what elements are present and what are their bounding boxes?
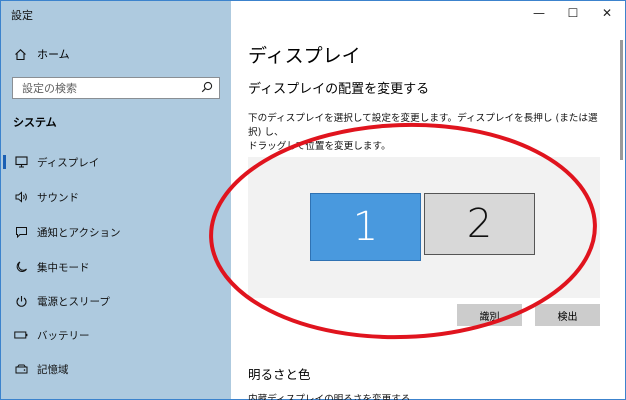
search-input[interactable] [22, 81, 192, 95]
arrange-description: 下のディスプレイを選択して設定を変更します。ディスプレイを長押し (または選択)… [248, 112, 604, 154]
app-title: 設定 [11, 9, 33, 22]
maximize-button[interactable]: ☐ [556, 2, 590, 24]
description-line: 下のディスプレイを選択して設定を変更します。ディスプレイを長押し (または選択)… [248, 113, 598, 138]
description-line: ドラッグして位置を変更します。 [248, 141, 391, 152]
section-heading-arrange: ディスプレイの配置を変更する [248, 82, 430, 97]
sidebar-item-focus-mode[interactable]: 集中モード [1, 253, 231, 281]
sidebar-item-notifications[interactable]: 通知とアクション [1, 218, 231, 246]
sidebar-item-battery[interactable]: バッテリー [1, 321, 231, 349]
window-controls: — ☐ ✕ [522, 2, 624, 24]
sidebar-item-sound[interactable]: サウンド [1, 183, 231, 211]
moon-icon [14, 260, 28, 274]
home-icon [13, 47, 27, 61]
identify-button[interactable]: 識別 [457, 304, 522, 326]
search-field[interactable] [12, 77, 220, 99]
monitor-2-tile[interactable]: 2 [424, 193, 535, 255]
sidebar-item-power-sleep[interactable]: 電源とスリープ [1, 287, 231, 315]
sidebar-item-storage[interactable]: 記憶域 [1, 355, 231, 383]
sidebar-item-home[interactable]: ホーム [13, 45, 70, 63]
battery-icon [14, 328, 28, 342]
close-button[interactable]: ✕ [590, 2, 624, 24]
selection-indicator [3, 155, 6, 169]
page-title: ディスプレイ [248, 45, 361, 67]
sidebar-item-label: 通知とアクション [37, 227, 121, 239]
search-icon[interactable] [201, 81, 213, 96]
minimize-button[interactable]: — [522, 2, 556, 24]
scrollbar[interactable] [620, 40, 623, 160]
speaker-icon [14, 190, 28, 204]
sidebar-item-label: バッテリー [37, 330, 90, 342]
notification-icon [14, 225, 28, 239]
detect-button[interactable]: 検出 [535, 304, 600, 326]
sidebar-item-label: 記憶域 [37, 364, 69, 376]
storage-icon [14, 362, 28, 376]
section-title-system: システム [13, 116, 57, 129]
power-icon [14, 294, 28, 308]
monitor-icon [14, 155, 28, 169]
sidebar-item-label: 集中モード [37, 262, 90, 274]
sidebar-item-label: ディスプレイ [37, 157, 100, 169]
display-arrangement-area[interactable]: 1 2 [248, 157, 600, 298]
sidebar-item-display[interactable]: ディスプレイ [1, 148, 231, 176]
monitor-1-tile[interactable]: 1 [310, 193, 421, 261]
brightness-description: 内蔵ディスプレイの明るさを変更する [248, 394, 411, 400]
sidebar-item-home-label: ホーム [37, 48, 70, 61]
sidebar: 設定 ホーム システム ディスプレイ サウンド 通知とアクション [1, 1, 231, 399]
sidebar-item-label: サウンド [37, 192, 79, 204]
section-heading-brightness: 明るさと色 [248, 367, 311, 382]
sidebar-item-label: 電源とスリープ [37, 296, 110, 308]
